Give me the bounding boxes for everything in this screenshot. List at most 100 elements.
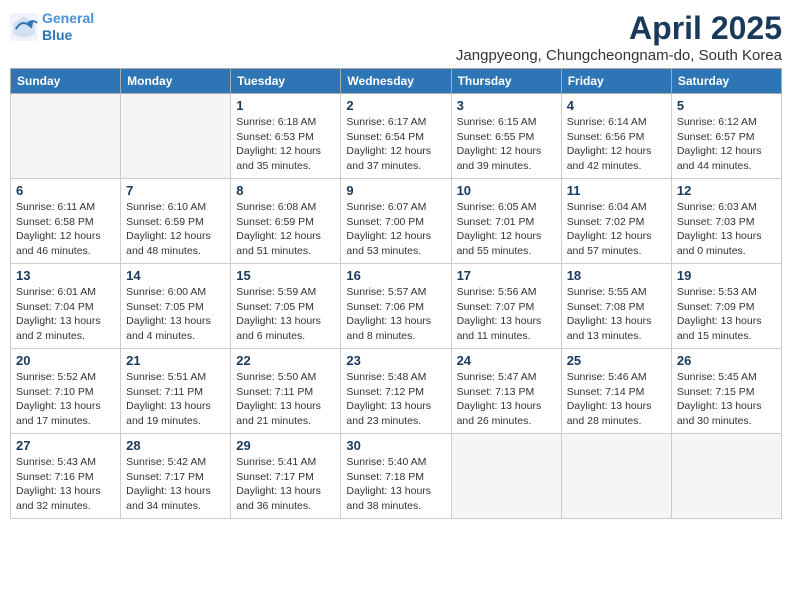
- calendar-cell: 3 Sunrise: 6:15 AM Sunset: 6:55 PM Daylig…: [451, 94, 561, 179]
- title-block: April 2025 Jangpyeong, Chungcheongnam-do…: [456, 10, 782, 64]
- logo-text: General Blue: [42, 10, 94, 44]
- day-number: 14: [126, 268, 225, 283]
- week-row-2: 6 Sunrise: 6:11 AM Sunset: 6:58 PM Daylig…: [11, 179, 782, 264]
- calendar-cell: [11, 94, 121, 179]
- day-number: 13: [16, 268, 115, 283]
- month-title: April 2025: [456, 10, 782, 47]
- day-info: Sunrise: 6:11 AM Sunset: 6:58 PM Dayligh…: [16, 200, 115, 259]
- day-number: 25: [567, 353, 666, 368]
- calendar-cell: 30 Sunrise: 5:40 AM Sunset: 7:18 PM Dayli…: [341, 434, 451, 519]
- day-number: 29: [236, 438, 335, 453]
- day-info: Sunrise: 6:12 AM Sunset: 6:57 PM Dayligh…: [677, 115, 776, 174]
- day-info: Sunrise: 5:51 AM Sunset: 7:11 PM Dayligh…: [126, 370, 225, 429]
- calendar-cell: 28 Sunrise: 5:42 AM Sunset: 7:17 PM Dayli…: [121, 434, 231, 519]
- calendar-cell: 26 Sunrise: 5:45 AM Sunset: 7:15 PM Dayli…: [671, 349, 781, 434]
- day-info: Sunrise: 6:07 AM Sunset: 7:00 PM Dayligh…: [346, 200, 445, 259]
- day-number: 4: [567, 98, 666, 113]
- calendar-cell: 14 Sunrise: 6:00 AM Sunset: 7:05 PM Dayli…: [121, 264, 231, 349]
- day-number: 20: [16, 353, 115, 368]
- calendar-cell: [121, 94, 231, 179]
- day-number: 3: [457, 98, 556, 113]
- calendar-cell: 6 Sunrise: 6:11 AM Sunset: 6:58 PM Daylig…: [11, 179, 121, 264]
- calendar-cell: 18 Sunrise: 5:55 AM Sunset: 7:08 PM Dayli…: [561, 264, 671, 349]
- day-info: Sunrise: 6:14 AM Sunset: 6:56 PM Dayligh…: [567, 115, 666, 174]
- weekday-header-row: SundayMondayTuesdayWednesdayThursdayFrid…: [11, 69, 782, 94]
- day-number: 26: [677, 353, 776, 368]
- calendar-cell: 16 Sunrise: 5:57 AM Sunset: 7:06 PM Dayli…: [341, 264, 451, 349]
- day-info: Sunrise: 6:10 AM Sunset: 6:59 PM Dayligh…: [126, 200, 225, 259]
- day-number: 2: [346, 98, 445, 113]
- day-number: 24: [457, 353, 556, 368]
- week-row-4: 20Sunrise: 5:52 AM Sunset: 7:10 PM Dayli…: [11, 349, 782, 434]
- calendar-cell: 15Sunrise: 5:59 AM Sunset: 7:05 PM Dayli…: [231, 264, 341, 349]
- calendar-cell: 20Sunrise: 5:52 AM Sunset: 7:10 PM Dayli…: [11, 349, 121, 434]
- day-info: Sunrise: 6:03 AM Sunset: 7:03 PM Dayligh…: [677, 200, 776, 259]
- day-number: 23: [346, 353, 445, 368]
- day-info: Sunrise: 5:55 AM Sunset: 7:08 PM Dayligh…: [567, 285, 666, 344]
- day-info: Sunrise: 5:47 AM Sunset: 7:13 PM Dayligh…: [457, 370, 556, 429]
- weekday-header-sunday: Sunday: [11, 69, 121, 94]
- calendar-cell: [451, 434, 561, 519]
- day-number: 16: [346, 268, 445, 283]
- day-info: Sunrise: 6:00 AM Sunset: 7:05 PM Dayligh…: [126, 285, 225, 344]
- weekday-header-wednesday: Wednesday: [341, 69, 451, 94]
- weekday-header-tuesday: Tuesday: [231, 69, 341, 94]
- calendar-cell: [671, 434, 781, 519]
- week-row-3: 13Sunrise: 6:01 AM Sunset: 7:04 PM Dayli…: [11, 264, 782, 349]
- day-info: Sunrise: 5:56 AM Sunset: 7:07 PM Dayligh…: [457, 285, 556, 344]
- calendar-cell: 4 Sunrise: 6:14 AM Sunset: 6:56 PM Daylig…: [561, 94, 671, 179]
- day-number: 6: [16, 183, 115, 198]
- day-info: Sunrise: 5:53 AM Sunset: 7:09 PM Dayligh…: [677, 285, 776, 344]
- day-number: 28: [126, 438, 225, 453]
- day-info: Sunrise: 5:45 AM Sunset: 7:15 PM Dayligh…: [677, 370, 776, 429]
- logo: General Blue: [10, 10, 94, 44]
- weekday-header-thursday: Thursday: [451, 69, 561, 94]
- calendar-cell: 22Sunrise: 5:50 AM Sunset: 7:11 PM Dayli…: [231, 349, 341, 434]
- calendar-cell: 27 Sunrise: 5:43 AM Sunset: 7:16 PM Dayli…: [11, 434, 121, 519]
- calendar-cell: 1 Sunrise: 6:18 AM Sunset: 6:53 PM Daylig…: [231, 94, 341, 179]
- day-number: 9: [346, 183, 445, 198]
- calendar-cell: 13Sunrise: 6:01 AM Sunset: 7:04 PM Dayli…: [11, 264, 121, 349]
- calendar-cell: 23Sunrise: 5:48 AM Sunset: 7:12 PM Dayli…: [341, 349, 451, 434]
- day-number: 15: [236, 268, 335, 283]
- day-number: 7: [126, 183, 225, 198]
- day-number: 12: [677, 183, 776, 198]
- day-number: 5: [677, 98, 776, 113]
- day-number: 21: [126, 353, 225, 368]
- day-info: Sunrise: 6:18 AM Sunset: 6:53 PM Dayligh…: [236, 115, 335, 174]
- day-number: 27: [16, 438, 115, 453]
- day-info: Sunrise: 6:08 AM Sunset: 6:59 PM Dayligh…: [236, 200, 335, 259]
- calendar-cell: 9 Sunrise: 6:07 AM Sunset: 7:00 PM Daylig…: [341, 179, 451, 264]
- calendar-cell: 11Sunrise: 6:04 AM Sunset: 7:02 PM Dayli…: [561, 179, 671, 264]
- calendar-cell: 10 Sunrise: 6:05 AM Sunset: 7:01 PM Dayli…: [451, 179, 561, 264]
- day-number: 18: [567, 268, 666, 283]
- week-row-1: 1 Sunrise: 6:18 AM Sunset: 6:53 PM Daylig…: [11, 94, 782, 179]
- day-number: 1: [236, 98, 335, 113]
- calendar-cell: 25 Sunrise: 5:46 AM Sunset: 7:14 PM Dayli…: [561, 349, 671, 434]
- day-info: Sunrise: 5:43 AM Sunset: 7:16 PM Dayligh…: [16, 455, 115, 514]
- location-title: Jangpyeong, Chungcheongnam-do, South Kor…: [456, 47, 782, 64]
- calendar-cell: 7 Sunrise: 6:10 AM Sunset: 6:59 PM Daylig…: [121, 179, 231, 264]
- day-info: Sunrise: 5:57 AM Sunset: 7:06 PM Dayligh…: [346, 285, 445, 344]
- day-number: 10: [457, 183, 556, 198]
- day-info: Sunrise: 5:46 AM Sunset: 7:14 PM Dayligh…: [567, 370, 666, 429]
- logo-icon: [10, 13, 38, 41]
- day-number: 19: [677, 268, 776, 283]
- day-number: 11: [567, 183, 666, 198]
- day-info: Sunrise: 6:17 AM Sunset: 6:54 PM Dayligh…: [346, 115, 445, 174]
- calendar-cell: 24 Sunrise: 5:47 AM Sunset: 7:13 PM Dayli…: [451, 349, 561, 434]
- calendar-cell: 12 Sunrise: 6:03 AM Sunset: 7:03 PM Dayli…: [671, 179, 781, 264]
- weekday-header-friday: Friday: [561, 69, 671, 94]
- calendar-cell: [561, 434, 671, 519]
- calendar-cell: 17 Sunrise: 5:56 AM Sunset: 7:07 PM Dayli…: [451, 264, 561, 349]
- weekday-header-monday: Monday: [121, 69, 231, 94]
- day-number: 17: [457, 268, 556, 283]
- page-header: General Blue April 2025 Jangpyeong, Chun…: [10, 10, 782, 64]
- day-info: Sunrise: 6:05 AM Sunset: 7:01 PM Dayligh…: [457, 200, 556, 259]
- day-info: Sunrise: 5:42 AM Sunset: 7:17 PM Dayligh…: [126, 455, 225, 514]
- day-number: 30: [346, 438, 445, 453]
- day-number: 22: [236, 353, 335, 368]
- calendar-cell: 21 Sunrise: 5:51 AM Sunset: 7:11 PM Dayli…: [121, 349, 231, 434]
- day-info: Sunrise: 5:40 AM Sunset: 7:18 PM Dayligh…: [346, 455, 445, 514]
- day-info: Sunrise: 6:15 AM Sunset: 6:55 PM Dayligh…: [457, 115, 556, 174]
